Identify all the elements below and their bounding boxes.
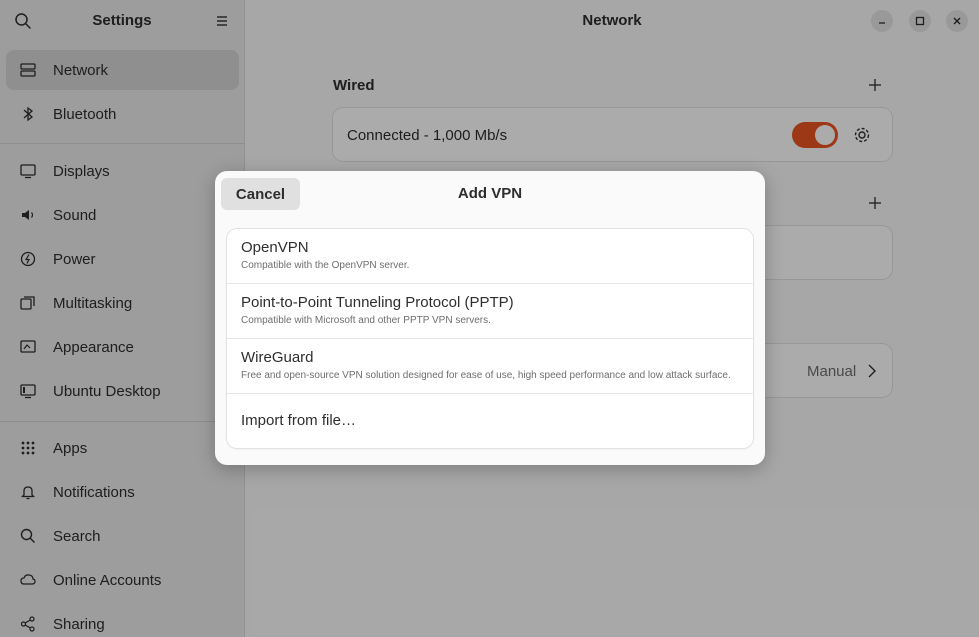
vpn-option-description: Free and open-source VPN solution design…: [241, 370, 731, 381]
vpn-option-description: Compatible with Microsoft and other PPTP…: [241, 315, 491, 326]
vpn-option-openvpn[interactable]: OpenVPN Compatible with the OpenVPN serv…: [227, 229, 753, 284]
vpn-type-list: OpenVPN Compatible with the OpenVPN serv…: [227, 229, 753, 448]
vpn-option-description: Compatible with the OpenVPN server.: [241, 260, 410, 271]
vpn-option-wireguard[interactable]: WireGuard Free and open-source VPN solut…: [227, 339, 753, 394]
vpn-option-pptp[interactable]: Point-to-Point Tunneling Protocol (PPTP)…: [227, 284, 753, 339]
vpn-option-name: OpenVPN: [241, 239, 309, 256]
vpn-option-name: WireGuard: [241, 349, 314, 366]
import-from-file-label: Import from file…: [241, 412, 357, 429]
vpn-option-name: Point-to-Point Tunneling Protocol (PPTP): [241, 294, 514, 311]
add-vpn-dialog: Cancel Add VPN OpenVPN Compatible with t…: [215, 171, 765, 465]
dialog-title: Add VPN: [457, 185, 523, 202]
vpn-option-import[interactable]: Import from file…: [227, 394, 753, 448]
